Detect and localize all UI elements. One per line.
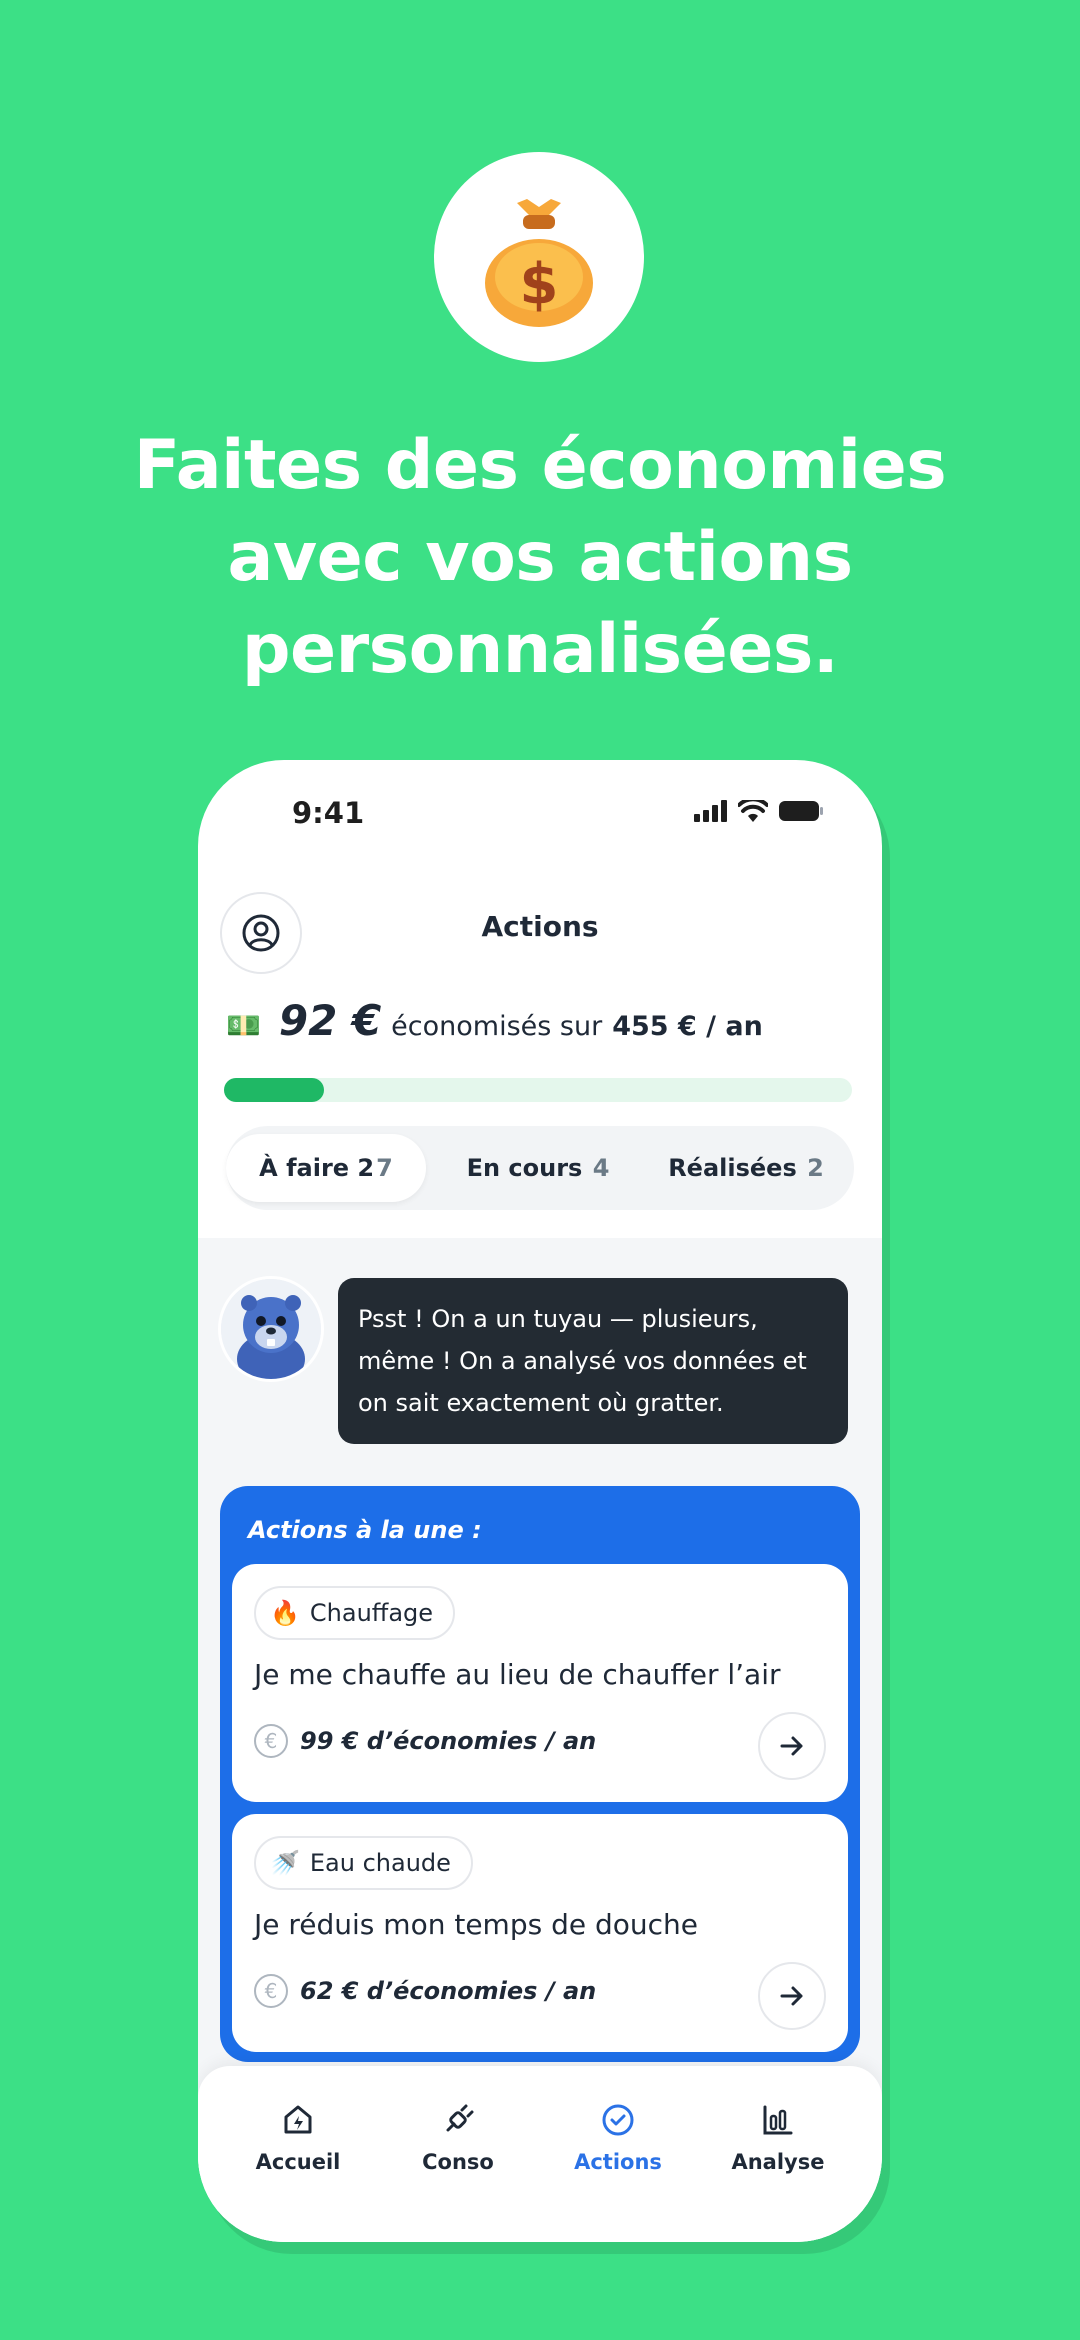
- bar-chart-icon: [763, 2105, 793, 2135]
- savings-progress-bar: [224, 1078, 852, 1102]
- savings-progress-fill: [224, 1078, 325, 1102]
- savings-amount: 92 €: [278, 996, 382, 1045]
- nav-item-actions[interactable]: Actions: [538, 2100, 698, 2174]
- signal-icon: [694, 800, 727, 822]
- nav-label: Actions: [574, 2150, 662, 2174]
- svg-text:$: $: [520, 252, 559, 317]
- tab-en-cours[interactable]: En cours 4: [438, 1134, 638, 1202]
- action-title: Je réduis mon temps de douche: [254, 1908, 699, 1941]
- nav-label: Analyse: [731, 2150, 825, 2174]
- category-label: Chauffage: [309, 1599, 434, 1627]
- nav-label: Conso: [422, 2150, 494, 2174]
- saving-label: 62 € d’économies / an: [300, 1977, 597, 2005]
- check-circle-icon: [602, 2104, 634, 2136]
- mascot-avatar: [218, 1276, 324, 1382]
- money-bag-icon: $: [485, 199, 593, 327]
- tab-count: 7: [376, 1154, 393, 1182]
- hero-title-line1: Faites des économies: [133, 426, 947, 505]
- status-bar: 9:41: [198, 760, 882, 880]
- nav-label: Accueil: [255, 2150, 341, 2174]
- action-saving: € 99 € d’économies / an: [254, 1724, 596, 1758]
- tab-label: En cours: [466, 1154, 583, 1182]
- open-action-button[interactable]: [758, 1962, 826, 2030]
- status-icons: [694, 800, 824, 822]
- category-chip: 🚿 Eau chaude: [254, 1836, 473, 1890]
- beaver-mascot-icon: [221, 1279, 321, 1379]
- banknote-icon: 💵: [226, 1009, 261, 1042]
- mascot-message: Psst ! On a un tuyau — plusieurs, même !…: [338, 1278, 848, 1444]
- hero-title-line2: avec vos actions: [227, 518, 853, 597]
- action-title: Je me chauffe au lieu de chauffer l’air: [254, 1658, 781, 1691]
- featured-actions-panel: Actions à la une : 🔥 Chauffage Je me cha…: [220, 1486, 860, 2062]
- tab-count: 4: [592, 1154, 610, 1182]
- home-icon: [284, 2105, 312, 2134]
- tab-label: Réalisées: [668, 1154, 797, 1182]
- featured-title: Actions à la une :: [248, 1516, 482, 1544]
- open-action-button[interactable]: [758, 1712, 826, 1780]
- tab-realisees[interactable]: Réalisées 2: [646, 1134, 846, 1202]
- action-tabs: À faire 27 En cours 4 Réalisées 2: [226, 1126, 854, 1210]
- page-title: Actions: [481, 910, 599, 943]
- action-card[interactable]: 🔥 Chauffage Je me chauffe au lieu de cha…: [232, 1564, 848, 1802]
- plug-icon: [446, 2104, 474, 2132]
- category-label: Eau chaude: [309, 1849, 451, 1877]
- euro-icon: €: [254, 1974, 288, 2008]
- arrow-right-icon: [780, 1736, 803, 1756]
- savings-total: 455 € / an: [612, 1011, 763, 1042]
- fire-icon: 🔥: [270, 1599, 300, 1627]
- shower-icon: 🚿: [270, 1849, 300, 1877]
- battery-icon: [779, 801, 823, 821]
- savings-summary: 💵 92 € économisés sur 455 € / an: [226, 996, 763, 1056]
- bottom-nav: Accueil Conso Actions Analyse: [198, 2066, 882, 2242]
- hero-title: Faites des économies avec vos actions pe…: [60, 420, 1020, 696]
- tab-count: 2: [807, 1154, 824, 1182]
- euro-icon: €: [254, 1724, 288, 1758]
- nav-item-conso[interactable]: Conso: [378, 2100, 538, 2174]
- saving-label: 99 € d’économies / an: [300, 1727, 597, 1755]
- tab-label: À faire 2: [259, 1154, 375, 1182]
- category-chip: 🔥 Chauffage: [254, 1586, 456, 1640]
- nav-item-accueil[interactable]: Accueil: [218, 2100, 378, 2174]
- action-card[interactable]: 🚿 Eau chaude Je réduis mon temps de douc…: [232, 1814, 848, 2052]
- phone-mockup: 9:41 Actions 💵 92 € économisés sur 455 €…: [198, 760, 882, 2242]
- hero-icon-circle: $: [434, 152, 644, 362]
- savings-text: économisés sur: [391, 1011, 603, 1042]
- tab-a-faire[interactable]: À faire 27: [226, 1134, 426, 1202]
- hero-title-line3: personnalisées.: [241, 610, 839, 689]
- arrow-right-icon: [780, 1986, 803, 2006]
- app-header: Actions: [198, 880, 882, 988]
- status-time: 9:41: [292, 796, 365, 830]
- action-saving: € 62 € d’économies / an: [254, 1974, 596, 2008]
- wifi-icon: [738, 800, 768, 822]
- nav-item-analyse[interactable]: Analyse: [698, 2100, 858, 2174]
